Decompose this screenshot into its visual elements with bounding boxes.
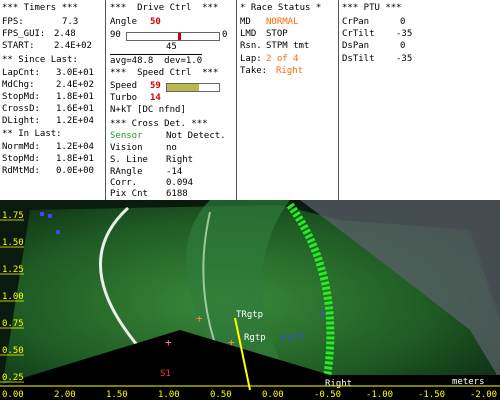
in-last-title: ** In Last: (2, 129, 62, 139)
in-normmd: NormMd: 1.2E+04 (2, 142, 94, 152)
y-tick-label: 0.75 (2, 319, 24, 329)
marker-lft: Lft (288, 333, 304, 343)
point-marker: + (196, 312, 203, 325)
since-title: ** Since Last: (2, 55, 78, 65)
ptu-title: *** PTU *** (342, 3, 402, 13)
race-title: * Race Status * (240, 3, 322, 13)
speed-title: *** Speed Ctrl *** (110, 68, 219, 78)
cross-pixcnt: Pix Cnt 6188 (110, 189, 188, 199)
ptu-dstilt: DsTilt -35 (342, 54, 413, 64)
cross-rangle: RAngle -14 (110, 167, 183, 177)
since-dlight: DLight: 1.2E+04 (2, 116, 94, 126)
separator (338, 0, 339, 200)
race-rsn: Rsn. STPM tmt (240, 41, 310, 51)
x-tick-label: -1.50 (418, 390, 445, 400)
point-marker (48, 214, 52, 218)
angle-max: 0 (222, 30, 228, 40)
x-tick-label: 1.00 (158, 390, 180, 400)
x-tick-label: 1.50 (106, 390, 128, 400)
angle-min: 90 (110, 30, 121, 40)
y-tick-label: 0.25 (2, 373, 24, 383)
speed-bar-fill (167, 84, 200, 91)
y-tick-label: 0.50 (2, 346, 24, 356)
camera-overlay: TRgtp Rgtp Right Lft S1 + + + + + 1.75 1.… (0, 200, 500, 400)
ptu-dspan: DsPan 0 (342, 41, 406, 51)
separator (105, 0, 106, 200)
drive-title: *** Drive Ctrl *** (110, 3, 219, 13)
nkt-text: N+kT [DC nfnd] (110, 105, 186, 115)
marker-right: Right (325, 379, 352, 389)
turbo-row: Turbo 14 (110, 93, 161, 103)
timer-start: START: 2.4E+02 (2, 41, 92, 51)
ptu-crpan: CrPan 0 (342, 17, 406, 27)
angle-mid: 45 (166, 42, 177, 52)
in-rdmtmd: RdMtMd: 0.0E+00 (2, 166, 94, 176)
point-marker (56, 230, 60, 234)
timers-title: *** Timers *** (2, 3, 78, 13)
point-marker (40, 212, 44, 216)
point-marker: + (280, 330, 287, 343)
camera-view: TRgtp Rgtp Right Lft S1 + + + + + 1.75 1.… (0, 200, 500, 400)
cross-corr: Corr. 0.094 (110, 178, 194, 188)
y-tick-label: 1.00 (2, 292, 24, 302)
ptu-panel: *** PTU *** CrPan 0 CrTilt -35 DsPan 0 DsTi… (342, 0, 452, 200)
timer-fps: FPS: 7.3 (2, 17, 79, 27)
separator (236, 0, 237, 200)
y-tick-label: 1.25 (2, 265, 24, 275)
race-lap: Lap: 2 of 4 (240, 54, 299, 64)
timer-fps-gui: FPS_GUI: 2.48 (2, 29, 76, 39)
x-tick-label: 0.00 (2, 390, 24, 400)
point-marker: + (228, 336, 235, 349)
race-md: MD NORMAL (240, 17, 299, 27)
angle-avg: avg=48.8 dev=1.0 (110, 54, 203, 66)
angle-slider-marker (177, 33, 181, 40)
cross-sline: S. Line Right (110, 155, 194, 165)
y-tick-label: 1.50 (2, 238, 24, 248)
point-marker: + (165, 336, 172, 349)
angle-slider[interactable] (126, 32, 220, 41)
race-panel: * Race Status * MD NORMAL LMD STOP Rsn. STP… (240, 0, 336, 200)
ptu-crtilt: CrTilt -35 (342, 29, 413, 39)
cross-vision: Vision no (110, 143, 177, 153)
x-tick-label: 0.50 (210, 390, 232, 400)
cross-title: *** Cross Det. *** (110, 119, 208, 129)
x-tick-label: 0.00 (262, 390, 284, 400)
unit-label: meters (452, 377, 485, 387)
marker-rgtp: Rgtp (244, 333, 266, 343)
marker-trgtp: TRgtp (236, 310, 263, 320)
point-marker: + (320, 306, 327, 319)
x-tick-label: -1.00 (366, 390, 393, 400)
y-tick-label: 1.75 (2, 211, 24, 221)
drive-panel: *** Drive Ctrl *** Angle 50 90 0 45 avg=4… (110, 0, 234, 200)
speed-row: Speed 59 (110, 81, 161, 91)
speed-bar (166, 83, 220, 92)
since-mdchg: MdChg: 2.4E+02 (2, 80, 94, 90)
marker-s1: S1 (160, 369, 171, 379)
since-stopmd: StopMd: 1.8E+01 (2, 92, 94, 102)
in-stopmd: StopMd: 1.8E+01 (2, 154, 94, 164)
x-tick-label: -0.50 (314, 390, 341, 400)
angle-row: Angle 50 (110, 17, 161, 27)
since-lapcnt: LapCnt: 3.0E+01 (2, 68, 94, 78)
timers-panel: *** Timers *** FPS: 7.3 FPS_GUI: 2.48 STAR… (2, 0, 102, 200)
race-take: Take: Right (240, 66, 304, 76)
x-tick-label: -2.00 (470, 390, 497, 400)
cross-sensor: Sensor Not Detect. (110, 131, 226, 141)
race-lmd: LMD STOP (240, 29, 288, 39)
x-tick-label: 2.00 (54, 390, 76, 400)
since-crossd: CrossD: 1.6E+01 (2, 104, 94, 114)
